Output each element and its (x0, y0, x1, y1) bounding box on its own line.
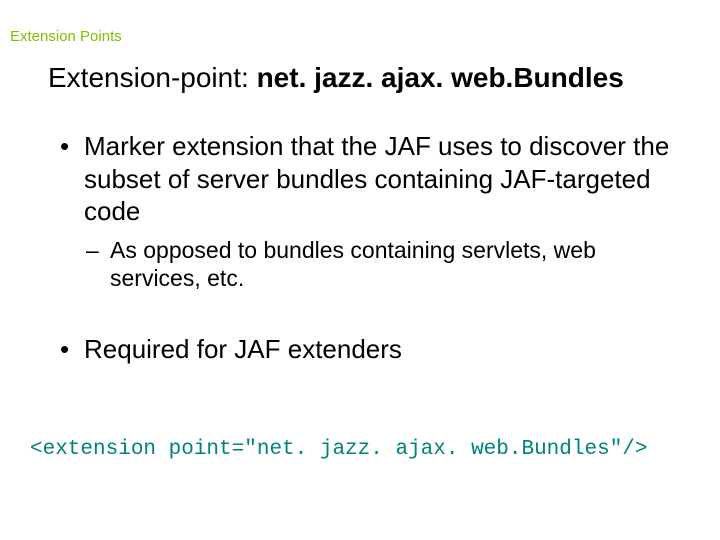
sub-bullet-text: As opposed to bundles containing servlet… (110, 237, 596, 292)
slide-title: Extension-point: net. jazz. ajax. web.Bu… (48, 62, 624, 94)
spacer (84, 301, 690, 319)
section-label: Extension Points (10, 28, 122, 45)
bullet-text: Required for JAF extenders (84, 334, 402, 364)
bullet-text: Marker extension that the JAF uses to di… (84, 131, 669, 226)
title-value: net. jazz. ajax. web.Bundles (257, 62, 624, 93)
list-item: Marker extension that the JAF uses to di… (54, 130, 690, 319)
bullet-list: Marker extension that the JAF uses to di… (54, 130, 690, 380)
title-prefix: Extension-point: (48, 62, 257, 93)
sub-bullet-list: As opposed to bundles containing servlet… (84, 236, 690, 294)
code-snippet: <extension point="net. jazz. ajax. web.B… (30, 438, 648, 461)
slide: Extension Points Extension-point: net. j… (0, 0, 720, 540)
list-item: As opposed to bundles containing servlet… (84, 236, 690, 294)
list-item: Required for JAF extenders (54, 333, 690, 366)
